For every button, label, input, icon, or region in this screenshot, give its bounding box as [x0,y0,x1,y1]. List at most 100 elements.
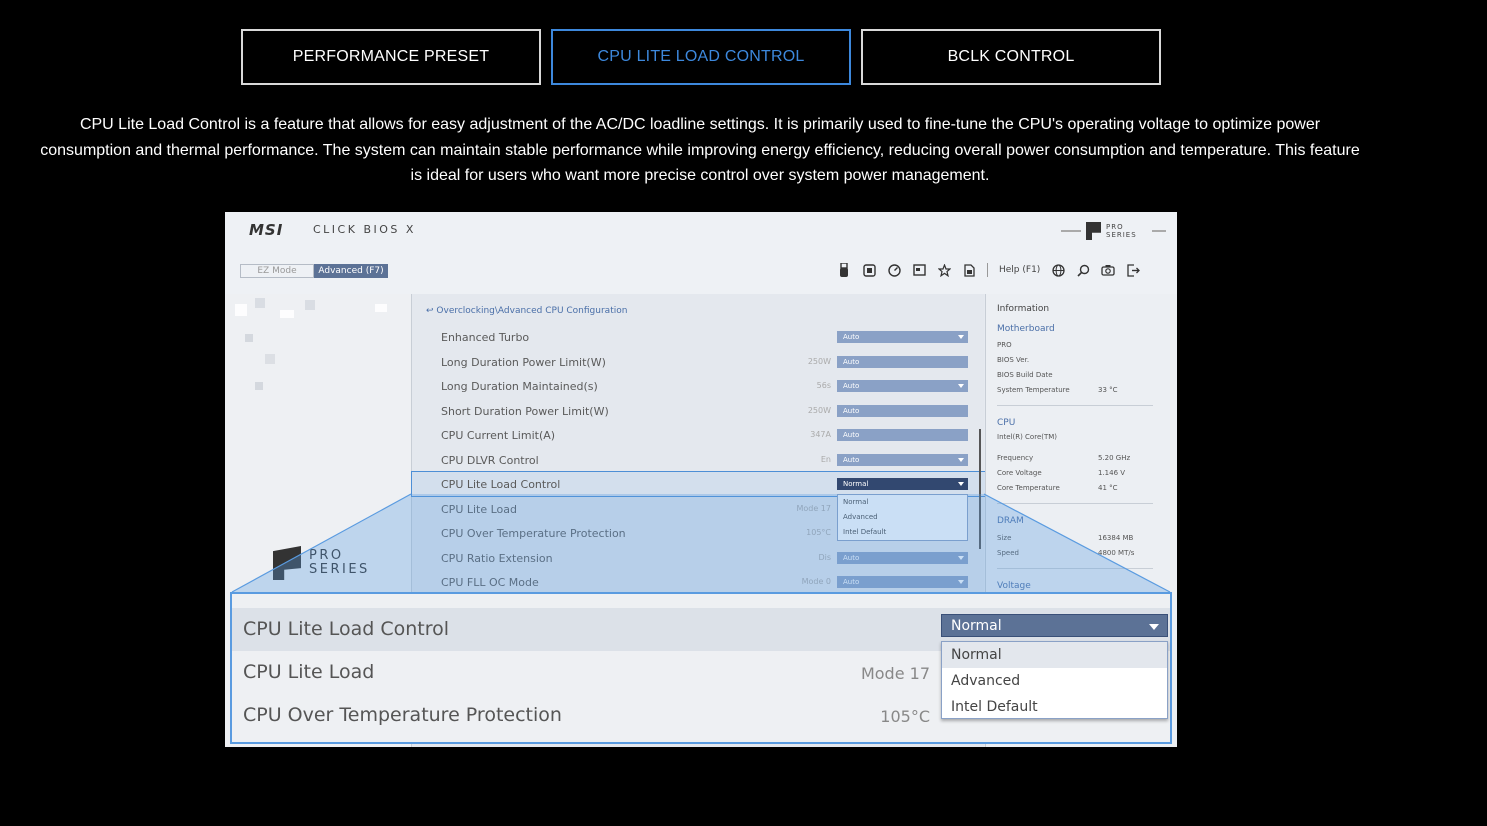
dropdown-value: Auto [843,578,860,586]
pro-series-badge: PRO SERIES [1061,222,1166,240]
divider [997,405,1153,406]
toolbar-separator [987,263,988,277]
screenshot-camera-icon[interactable] [1101,263,1115,277]
dropdown-value: Auto [843,382,860,390]
input-value: Auto [843,431,860,439]
chevron-down-icon [958,384,964,388]
dropdown-option[interactable]: Intel Default [838,525,967,540]
setting-current-value: En [820,455,831,464]
motherboard-name: PRO [997,341,1012,349]
setting-row[interactable]: CPU Ratio Extension Dis Auto [412,546,985,570]
bios-topbar: MSI CLICK BIOS X PRO SERIES EZ Mode Adva… [225,212,1177,294]
pixel-decoration [280,310,294,318]
zoom-dropdown-list: Normal Advanced Intel Default [941,641,1168,719]
badge-line-right [1151,230,1166,232]
bios-toolbar: Help (F1) [837,263,1140,277]
dropdown-option[interactable]: Advanced [838,510,967,525]
input-value: Auto [843,407,860,415]
board-explorer-icon[interactable] [912,263,926,277]
favorites-star-icon[interactable] [937,263,951,277]
dram-size-label: Size [997,534,1012,542]
tab-cpu-lite-load-control[interactable]: CPU LITE LOAD CONTROL [551,29,851,85]
pro-series-logo: PRO SERIES [273,546,370,580]
pixel-decoration [265,354,275,364]
setting-current-value: 56s [816,381,831,390]
setting-label: Long Duration Maintained(s) [441,380,598,393]
dropdown-option[interactable]: Normal [838,495,967,510]
chevron-down-icon [958,458,964,462]
click-bios-title: CLICK BIOS X [313,223,416,236]
document-icon[interactable] [962,263,976,277]
pixel-decoration [235,304,247,316]
setting-dropdown[interactable]: Auto [837,454,968,466]
voltage-title: Voltage [997,581,1031,591]
setting-row[interactable]: Long Duration Power Limit(W) 250W Auto [412,350,985,374]
setting-row[interactable]: Enhanced Turbo Auto [412,325,985,349]
badge-line [1061,230,1081,232]
zoom-value: Mode 17 [860,664,930,683]
usb-icon[interactable] [837,263,851,277]
system-temp-label: System Temperature [997,386,1070,394]
pixel-decoration [255,382,263,390]
core-temp-label: Core Temperature [997,484,1060,492]
system-temp-value: 33 °C [1098,386,1118,394]
exit-icon[interactable] [1126,263,1140,277]
pro-series-emblem-icon [273,546,301,580]
setting-dropdown[interactable]: Auto [837,552,968,564]
setting-input[interactable]: Auto [837,429,968,441]
advanced-mode-button[interactable]: Advanced (F7) [314,264,388,278]
setting-label: CPU Lite Load [441,503,518,516]
dram-speed-value: 4800 MT/s [1098,549,1135,557]
zoomed-detail: CPU Lite Load Control CPU Lite Load Mode… [230,592,1172,744]
setting-input[interactable]: Auto [837,356,968,368]
chevron-down-icon [958,580,964,584]
motherboard-title: Motherboard [997,324,1055,334]
ez-mode-button[interactable]: EZ Mode [240,264,314,278]
zoom-cpu-lite-load-dropdown[interactable]: Normal [941,614,1168,637]
setting-label: CPU FLL OC Mode [441,576,539,589]
chip-icon[interactable] [862,263,876,277]
pixel-decoration [245,334,253,342]
feature-description: CPU Lite Load Control is a feature that … [40,116,1360,184]
setting-label: Enhanced Turbo [441,331,530,344]
setting-row[interactable]: CPU FLL OC Mode Mode 0 Auto [412,570,985,594]
search-icon[interactable] [1076,263,1090,277]
setting-row[interactable]: CPU DLVR Control En Auto [412,448,985,472]
tab-performance-preset[interactable]: PERFORMANCE PRESET [241,29,541,85]
setting-row[interactable]: Long Duration Maintained(s) 56s Auto [412,374,985,398]
dropdown-value: Normal [951,618,1002,634]
option-normal[interactable]: Normal [942,642,1167,668]
tab-bclk-control[interactable]: BCLK CONTROL [861,29,1161,85]
dropdown-value: Auto [843,554,860,562]
fan-gauge-icon[interactable] [887,263,901,277]
dram-size-value: 16384 MB [1098,534,1134,542]
bios-screenshot: MSI CLICK BIOS X PRO SERIES EZ Mode Adva… [225,212,1177,747]
setting-dropdown[interactable]: Auto [837,331,968,343]
zoom-label: CPU Lite Load [243,661,375,683]
setting-current-value: 250W [807,406,831,415]
setting-input[interactable]: Auto [837,405,968,417]
setting-row[interactable]: Short Duration Power Limit(W) 250W Auto [412,399,985,423]
setting-current-value: Mode 17 [796,504,831,513]
globe-language-icon[interactable] [1051,263,1065,277]
back-arrow-icon[interactable]: ↩ [426,306,436,316]
option-advanced[interactable]: Advanced [942,668,1167,694]
help-button[interactable]: Help (F1) [999,265,1040,275]
pixel-decoration [375,304,387,312]
scrollbar[interactable] [979,429,981,549]
cpu-name: Intel(R) Core(TM) [997,433,1058,441]
setting-row[interactable]: CPU Current Limit(A) 347A Auto [412,423,985,447]
zoom-label: CPU Lite Load Control [243,618,450,640]
breadcrumb[interactable]: ↩ Overclocking\Advanced CPU Configuratio… [426,306,627,316]
setting-dropdown[interactable]: Auto [837,380,968,392]
cpu-lite-load-control-dropdown[interactable]: Normal [837,478,968,490]
option-intel-default[interactable]: Intel Default [942,694,1167,720]
breadcrumb-path: Overclocking\Advanced CPU Configuration [436,306,628,316]
setting-dropdown[interactable]: Auto [837,576,968,588]
mode-switch: EZ Mode Advanced (F7) [240,264,388,278]
frequency-value: 5.20 GHz [1098,454,1131,462]
setting-label: Long Duration Power Limit(W) [441,356,606,369]
setting-row-cpu-lite-load-control[interactable]: CPU Lite Load Control Normal [411,471,986,497]
divider [997,503,1153,504]
core-voltage-label: Core Voltage [997,469,1042,477]
